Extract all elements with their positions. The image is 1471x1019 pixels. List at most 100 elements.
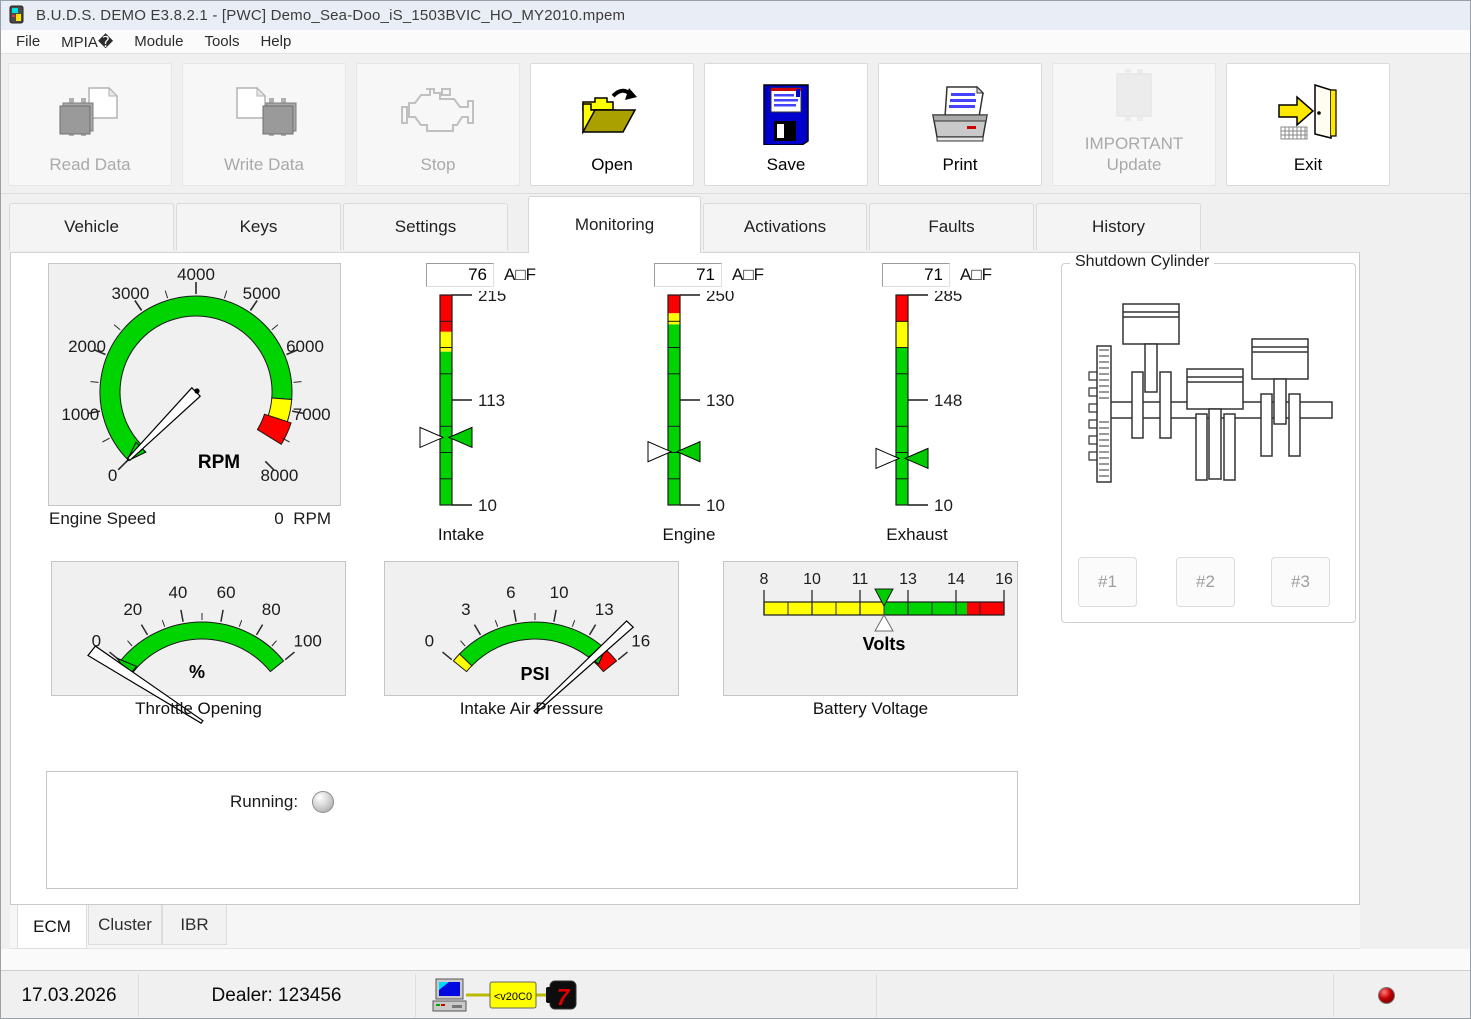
svg-text:<v20C0: <v20C0 — [494, 991, 532, 1003]
tab-activations[interactable]: Activations — [703, 203, 867, 250]
tick-label: 285 — [934, 291, 962, 305]
shutdown-cylinder-title: Shutdown Cylinder — [1070, 253, 1214, 271]
cylinder-2-button[interactable]: #2 — [1176, 557, 1235, 607]
engine-temp-unit: A□F — [732, 265, 764, 285]
subtab-ecm[interactable]: ECM — [17, 905, 87, 949]
read-data-icon — [57, 81, 123, 147]
psi-dial-label: PSI — [520, 664, 549, 684]
exit-button[interactable]: Exit — [1226, 63, 1390, 186]
battery-voltage-gauge: 8 10 11 13 14 16 Volts — [723, 561, 1018, 696]
engine-temp-value[interactable]: 71 — [654, 263, 722, 287]
save-floppy-icon — [756, 81, 816, 147]
open-label: Open — [591, 155, 633, 175]
menu-module[interactable]: Module — [134, 33, 183, 50]
subtab-cluster[interactable]: Cluster — [88, 905, 162, 945]
volts-dial-label: Volts — [863, 634, 906, 654]
engine-speed-caption: Engine Speed — [49, 509, 156, 529]
write-data-icon — [231, 81, 297, 147]
svg-text:16: 16 — [995, 571, 1013, 588]
open-folder-icon — [579, 81, 645, 147]
svg-text:16: 16 — [631, 631, 650, 650]
update-icon — [1101, 64, 1167, 125]
tick-label: 10 — [706, 496, 725, 515]
stop-button[interactable]: Stop — [356, 63, 520, 186]
tick-label: 250 — [706, 291, 734, 305]
status-dealer: Dealer: 123456 — [138, 971, 415, 1019]
tab-faults[interactable]: Faults — [869, 203, 1034, 250]
exhaust-temp-value[interactable]: 71 — [882, 263, 950, 287]
svg-text:14: 14 — [947, 571, 965, 588]
monitoring-panel: 0 1000 2000 3000 4000 5000 6000 7000 800… — [10, 252, 1360, 905]
menu-file[interactable]: File — [16, 33, 40, 50]
tab-settings[interactable]: Settings — [343, 203, 508, 250]
intake-temp-label: Intake — [401, 525, 521, 545]
comm-status-led — [1378, 987, 1395, 1004]
printer-icon — [925, 81, 995, 147]
read-data-button[interactable]: Read Data — [8, 63, 172, 186]
throttle-dial-label: % — [189, 662, 205, 682]
intake-air-caption: Intake Air Pressure — [384, 699, 679, 719]
svg-text:7000: 7000 — [293, 405, 331, 424]
connection-status-icon: <v20C0 7 — [432, 978, 578, 1014]
status-bar: 17.03.2026 Dealer: 123456 <v20C0 7 — [0, 970, 1471, 1019]
bottom-gap — [0, 949, 1471, 970]
svg-text:10: 10 — [803, 571, 821, 588]
svg-text:13: 13 — [595, 600, 614, 619]
important-update-button[interactable]: IMPORTANTUpdate — [1052, 63, 1216, 186]
intake-temp-value[interactable]: 76 — [426, 263, 494, 287]
shutdown-cylinder-group: Shutdown Cylinder — [1061, 263, 1356, 623]
intake-air-pressure-gauge: 0 3 6 10 13 16 PSI — [384, 561, 679, 696]
tab-monitoring[interactable]: Monitoring — [528, 196, 701, 253]
exit-door-icon — [1275, 81, 1341, 147]
print-label: Print — [943, 155, 978, 175]
menu-tools[interactable]: Tools — [204, 33, 239, 50]
svg-text:40: 40 — [168, 583, 187, 602]
title-bar: B.U.D.S. DEMO E3.8.2.1 - [PWC] Demo_Sea-… — [0, 0, 1471, 30]
engine-temp-label: Engine — [629, 525, 749, 545]
app-icon — [7, 5, 27, 25]
open-button[interactable]: Open — [530, 63, 694, 186]
svg-text:11: 11 — [852, 571, 869, 588]
engine-speed-readout: Engine Speed 0 RPM — [49, 509, 331, 529]
tab-strip: Vehicle Keys Settings Monitoring Activat… — [0, 194, 1471, 252]
tick-label: 10 — [934, 496, 953, 515]
engine-speed-unit: RPM — [293, 509, 331, 528]
svg-text:6: 6 — [506, 583, 515, 602]
engine-temp-gauge: 71 A□F 250 130 10 Engine — [644, 263, 874, 555]
crankshaft-diagram — [1077, 294, 1342, 524]
write-data-button[interactable]: Write Data — [182, 63, 346, 186]
print-button[interactable]: Print — [878, 63, 1042, 186]
tab-history[interactable]: History — [1036, 203, 1201, 250]
stop-engine-icon — [400, 81, 476, 147]
rpm-dial-label: RPM — [198, 452, 240, 473]
tab-vehicle[interactable]: Vehicle — [9, 203, 174, 250]
save-label: Save — [767, 155, 806, 175]
svg-text:8000: 8000 — [260, 466, 298, 485]
svg-text:6000: 6000 — [286, 337, 324, 356]
tick-label: 130 — [706, 391, 734, 410]
important-update-label: IMPORTANTUpdate — [1085, 133, 1184, 175]
pc-icon — [433, 979, 466, 1011]
tick-label: 10 — [478, 496, 497, 515]
subtab-ibr[interactable]: IBR — [162, 905, 227, 945]
module-tab-strip: ECM Cluster IBR — [10, 905, 1360, 949]
volt-tick-labels: 8 10 11 13 14 16 — [760, 571, 1013, 588]
cylinder-3-button[interactable]: #3 — [1271, 557, 1330, 607]
window-title: B.U.D.S. DEMO E3.8.2.1 - [PWC] Demo_Sea-… — [36, 7, 625, 24]
svg-text:60: 60 — [217, 583, 236, 602]
toolbar: Read Data Write Data Stop — [0, 54, 1471, 194]
stop-label: Stop — [421, 155, 456, 175]
mpi-interface-icon: <v20C0 — [490, 982, 536, 1008]
status-date: 17.03.2026 — [0, 971, 138, 1019]
menu-mpia[interactable]: MPIA� — [61, 33, 113, 51]
menu-help[interactable]: Help — [260, 33, 291, 50]
save-button[interactable]: Save — [704, 63, 868, 186]
svg-text:10: 10 — [550, 583, 569, 602]
throttle-tick-labels: 0 20 40 60 80 100 — [92, 583, 322, 650]
engine-speed-value: 0 — [274, 509, 283, 528]
running-indicator-led — [312, 791, 334, 813]
cylinder-1-button[interactable]: #1 — [1078, 557, 1137, 607]
tab-keys[interactable]: Keys — [176, 203, 341, 250]
svg-text:0: 0 — [108, 466, 117, 485]
rpm-needle-hub — [194, 388, 199, 393]
